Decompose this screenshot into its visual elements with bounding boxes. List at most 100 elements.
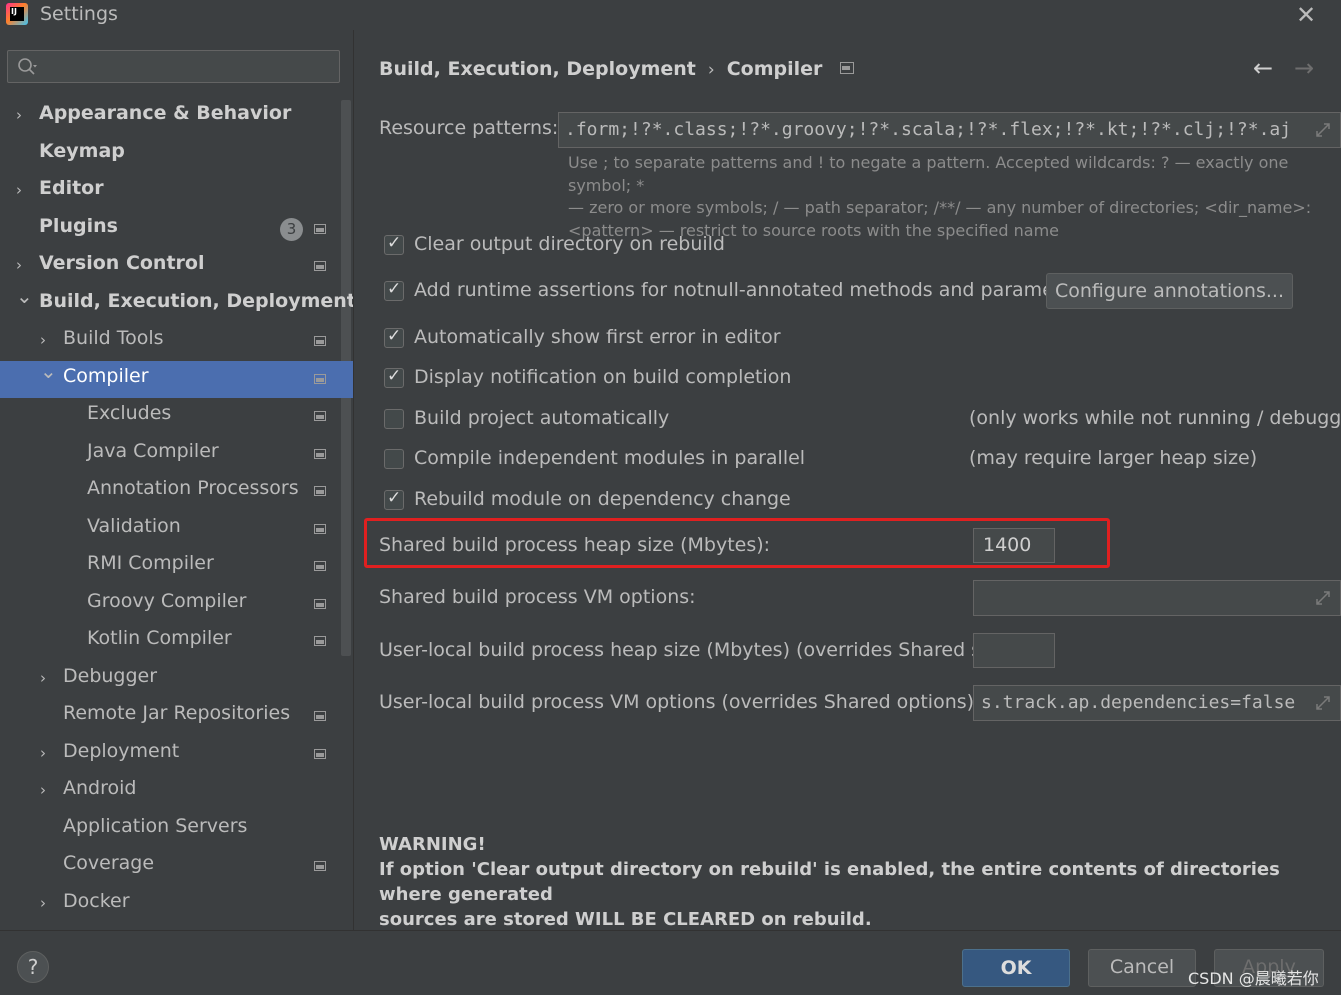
sidebar-item-label: Compiler — [63, 365, 149, 387]
sidebar-item-validation[interactable]: Validation — [0, 511, 340, 548]
sidebar-item-groovy-compiler[interactable]: Groovy Compiler — [0, 586, 340, 623]
resource-patterns-label: Resource patterns: — [379, 117, 559, 139]
breadcrumb-parent[interactable]: Build, Execution, Deployment — [379, 58, 696, 80]
settings-sidebar: › Appearance & Behavior Keymap › Editor Plugi… — [0, 30, 356, 930]
sidebar-item-label: Deployment — [63, 740, 180, 762]
sidebar-item-keymap[interactable]: Keymap — [0, 136, 340, 173]
sidebar-item-debugger[interactable]: › Debugger — [0, 661, 340, 698]
resource-patterns-field[interactable]: .form;!?*.class;!?*.groovy;!?*.scala;!?*… — [558, 112, 1341, 148]
configure-annotations-button[interactable]: Configure annotations... — [1046, 273, 1293, 309]
settings-search-field[interactable] — [7, 50, 340, 83]
sidebar-item-appearance-behavior[interactable]: › Appearance & Behavior — [0, 98, 340, 135]
sidebar-item-build-execution-deployment[interactable]: ⌄ Build, Execution, Deployment — [0, 284, 356, 323]
warning-text-line-1: If option 'Clear output directory on reb… — [379, 859, 1280, 905]
sidebar-item-label: Plugins — [39, 215, 118, 237]
checkmark-icon: ✓ — [387, 488, 402, 508]
option-compile-independent-modules-in-parallel[interactable]: Compile independent modules in parallel (… — [384, 447, 1324, 477]
chevron-right-icon[interactable]: › — [40, 669, 52, 687]
user-heap-label: User-local build process heap size (Mbyt… — [379, 639, 1022, 661]
chevron-down-icon[interactable]: ⌄ — [40, 359, 57, 383]
sidebar-item-label: Kotlin Compiler — [87, 627, 232, 649]
checkbox[interactable]: ✓ — [384, 326, 404, 348]
shared-heap-label: Shared build process heap size (Mbytes): — [379, 534, 771, 556]
hint-line-1: Use ; to separate patterns and ! to nega… — [568, 153, 1289, 195]
sidebar-item-kotlin-compiler[interactable]: Kotlin Compiler — [0, 623, 340, 660]
sidebar-item-coverage[interactable]: Coverage — [0, 848, 340, 885]
sidebar-item-label: Java Compiler — [87, 440, 219, 462]
resource-patterns-value: .form;!?*.class;!?*.groovy;!?*.scala;!?*… — [565, 119, 1292, 140]
expand-icon[interactable] — [1314, 694, 1332, 712]
option-display-notification-on-build-completion[interactable]: ✓ Display notification on build completio… — [384, 366, 1324, 396]
checkmark-icon: ✓ — [387, 233, 402, 253]
checkbox[interactable] — [384, 409, 404, 429]
forward-arrow-icon[interactable]: → — [1294, 54, 1314, 82]
sidebar-item-label: Annotation Processors — [87, 477, 299, 499]
option-label: Add runtime assertions for notnull-annot… — [414, 279, 1091, 301]
sidebar-item-build-tools[interactable]: › Build Tools — [0, 323, 340, 360]
sidebar-item-android[interactable]: › Android — [0, 773, 340, 810]
checkmark-icon: ✓ — [387, 326, 402, 346]
chevron-right-icon[interactable]: › — [16, 181, 28, 199]
option-label: Build project automatically — [414, 407, 670, 429]
sidebar-item-java-compiler[interactable]: Java Compiler — [0, 436, 340, 473]
sidebar-item-editor[interactable]: › Editor — [0, 173, 340, 210]
option-note: (may require larger heap size) — [969, 447, 1258, 469]
sidebar-item-compiler[interactable]: ⌄ Compiler — [0, 359, 353, 398]
project-scope-icon — [314, 374, 326, 384]
sidebar-item-label: Groovy Compiler — [87, 590, 247, 612]
ok-button[interactable]: OK — [962, 949, 1070, 987]
option-rebuild-module-on-dependency-change[interactable]: ✓ Rebuild module on dependency change — [384, 488, 1324, 518]
chevron-right-icon[interactable]: › — [40, 781, 52, 799]
plugins-update-badge: 3 — [280, 218, 303, 241]
chevron-right-icon[interactable]: › — [40, 744, 52, 762]
breadcrumb: Build, Execution, Deployment › Compiler — [379, 58, 855, 80]
checkbox[interactable]: ✓ — [384, 279, 404, 301]
shared-vm-label: Shared build process VM options: — [379, 586, 696, 608]
option-label: Rebuild module on dependency change — [414, 488, 791, 510]
chevron-right-icon[interactable]: › — [16, 256, 28, 274]
expand-icon[interactable] — [1314, 121, 1332, 139]
sidebar-item-label: Excludes — [87, 402, 172, 424]
window-title: Settings — [40, 3, 118, 25]
warning-title: WARNING! — [379, 834, 486, 855]
warning-text-line-2: sources are stored WILL BE CLEARED on re… — [379, 909, 872, 930]
chevron-down-icon[interactable]: ⌄ — [16, 284, 33, 308]
help-button[interactable]: ? — [17, 951, 49, 983]
sidebar-item-excludes[interactable]: Excludes — [0, 398, 340, 435]
warning-message: WARNING! If option 'Clear output directo… — [379, 832, 1339, 932]
sidebar-item-application-servers[interactable]: Application Servers — [0, 811, 340, 848]
chevron-right-icon[interactable]: › — [16, 106, 28, 124]
sidebar-item-remote-jar-repositories[interactable]: Remote Jar Repositories — [0, 698, 340, 735]
project-scope-icon — [314, 411, 326, 421]
shared-vm-field[interactable] — [973, 580, 1341, 616]
option-automatically-show-first-error-in-editor[interactable]: ✓ Automatically show first error in edito… — [384, 326, 1324, 356]
user-vm-field[interactable]: s.track.ap.dependencies=false — [973, 685, 1341, 721]
sidebar-item-label: Remote Jar Repositories — [63, 702, 291, 724]
user-heap-field[interactable] — [973, 633, 1055, 668]
sidebar-item-annotation-processors[interactable]: Annotation Processors — [0, 473, 340, 510]
project-scope-icon — [314, 224, 326, 234]
cancel-button[interactable]: Cancel — [1088, 949, 1196, 987]
sidebar-item-docker[interactable]: › Docker — [0, 886, 340, 923]
sidebar-item-deployment[interactable]: › Deployment — [0, 736, 340, 773]
checkbox[interactable] — [384, 449, 404, 469]
option-clear-output-directory-on-rebuild[interactable]: ✓ Clear output directory on rebuild — [384, 233, 1324, 263]
chevron-right-icon[interactable]: › — [40, 331, 52, 349]
checkbox[interactable]: ✓ — [384, 366, 404, 388]
sidebar-item-plugins[interactable]: Plugins 3 — [0, 211, 340, 248]
back-arrow-icon[interactable]: ← — [1253, 54, 1273, 82]
checkbox[interactable]: ✓ — [384, 488, 404, 510]
shared-heap-field[interactable]: 1400 — [973, 528, 1055, 563]
checkbox[interactable]: ✓ — [384, 233, 404, 255]
app-icon-text: IJ — [10, 7, 24, 21]
sidebar-item-rmi-compiler[interactable]: RMI Compiler — [0, 548, 340, 585]
close-icon[interactable]: ✕ — [1296, 1, 1316, 29]
sidebar-item-label: Build, Execution, Deployment — [39, 290, 356, 312]
chevron-right-icon[interactable]: › — [40, 894, 52, 912]
sidebar-item-version-control[interactable]: › Version Control — [0, 248, 340, 285]
option-label: Automatically show first error in editor — [414, 326, 781, 348]
user-vm-label: User-local build process VM options (ove… — [379, 691, 981, 713]
expand-icon[interactable] — [1314, 589, 1332, 607]
option-build-project-automatically[interactable]: Build project automatically (only works w… — [384, 407, 1341, 437]
project-scope-icon — [314, 486, 326, 496]
